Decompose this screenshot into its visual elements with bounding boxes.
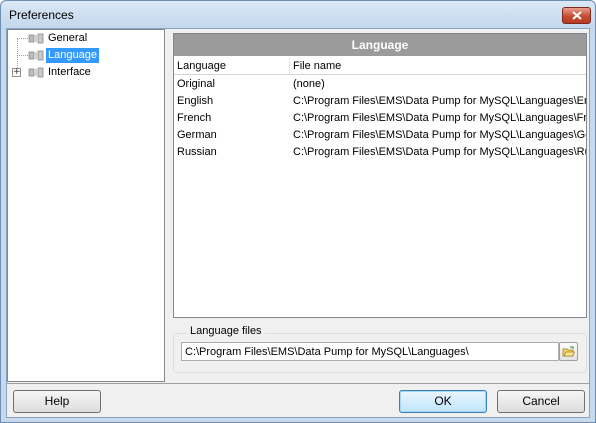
column-separator[interactable] — [289, 58, 290, 74]
cell-language: Original — [177, 78, 215, 90]
cancel-button[interactable]: Cancel — [497, 390, 585, 413]
cell-language: German — [177, 129, 217, 141]
cell-language: English — [177, 95, 214, 107]
tree-item-general[interactable]: General — [8, 30, 164, 47]
tree-node-icon — [28, 33, 44, 44]
grid-header: Language File name — [174, 58, 586, 75]
cell-file-name: C:\Program Files\EMS\Data Pump for MySQL… — [293, 95, 586, 107]
table-row[interactable]: French C:\Program Files\EMS\Data Pump fo… — [174, 110, 586, 127]
table-row[interactable]: Original (none) — [174, 76, 586, 93]
panel-header: Language — [174, 34, 586, 56]
folder-open-icon — [562, 346, 575, 356]
expand-plus-icon[interactable]: + — [12, 68, 21, 77]
help-button[interactable]: Help — [13, 390, 101, 413]
close-button[interactable] — [562, 7, 591, 24]
ok-button[interactable]: OK — [399, 390, 487, 413]
cell-file-name: (none) — [293, 78, 325, 90]
column-header-language[interactable]: Language — [177, 60, 226, 72]
cell-file-name: C:\Program Files\EMS\Data Pump for MySQL… — [293, 146, 586, 158]
preferences-window: Preferences General Language + Interface… — [0, 0, 596, 423]
column-header-file-name[interactable]: File name — [293, 60, 341, 72]
cell-language: French — [177, 112, 212, 124]
window-title: Preferences — [9, 8, 74, 22]
language-grid[interactable]: Language File name Original (none) Engli… — [174, 58, 586, 317]
cell-file-name: C:\Program Files\EMS\Data Pump for MySQL… — [293, 112, 586, 124]
language-path-input[interactable] — [181, 342, 559, 361]
tree-node-icon — [28, 67, 44, 78]
tree-node-icon — [28, 50, 44, 61]
dialog-client-area: General Language + Interface Language La… — [6, 28, 590, 418]
cell-language: Russian — [177, 146, 217, 158]
table-row[interactable]: German C:\Program Files\EMS\Data Pump fo… — [174, 127, 586, 144]
browse-folder-button[interactable] — [559, 342, 578, 361]
close-icon — [571, 11, 582, 20]
table-row[interactable]: English C:\Program Files\EMS\Data Pump f… — [174, 93, 586, 110]
tree-item-label: General — [48, 32, 88, 44]
dialog-button-bar: Help OK Cancel — [7, 383, 589, 417]
tree-item-label: Interface — [48, 66, 91, 78]
table-row[interactable]: Russian C:\Program Files\EMS\Data Pump f… — [174, 144, 586, 161]
title-bar[interactable]: Preferences — [1, 1, 595, 29]
language-panel: Language Language File name Original (no… — [173, 33, 587, 318]
preferences-tree[interactable]: General Language + Interface — [7, 29, 165, 382]
tree-item-interface[interactable]: + Interface — [8, 64, 164, 81]
tree-item-label: Language — [46, 48, 99, 63]
language-files-label: Language files — [187, 325, 265, 337]
tree-item-language[interactable]: Language — [8, 47, 164, 64]
cell-file-name: C:\Program Files\EMS\Data Pump for MySQL… — [293, 129, 586, 141]
